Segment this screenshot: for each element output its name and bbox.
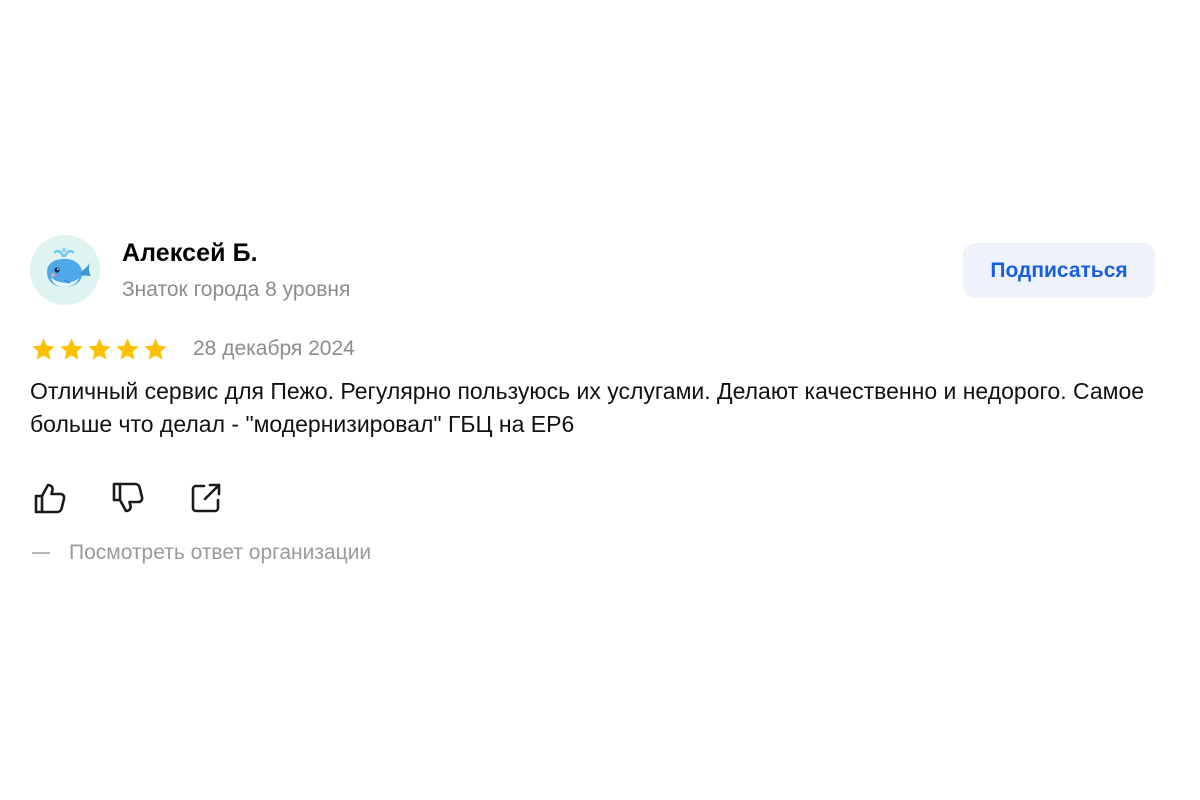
star-icon [60,337,83,360]
whale-icon [47,247,91,287]
star-icon [144,337,167,360]
review-text: Отличный сервис для Пежо. Регулярно поль… [30,378,1145,437]
view-response-link[interactable]: Посмотреть ответ организации [30,541,371,565]
rating-stars [30,336,169,363]
star-icon [116,337,139,360]
author-level: Знаток города 8 уровня [122,278,351,301]
author-name[interactable]: Алексей Б. [122,239,258,268]
share-button[interactable] [186,478,226,518]
thumbs-down-icon [112,482,144,513]
view-response-label: Посмотреть ответ организации [69,541,372,564]
dash-divider [32,552,50,554]
star-icon [32,337,55,360]
review-date: 28 декабря 2024 [193,337,355,360]
thumbs-up-icon [34,483,66,514]
dislike-button[interactable] [108,478,148,518]
subscribe-button[interactable]: Подписаться [963,243,1155,298]
review-actions [30,478,264,518]
share-icon [191,483,221,513]
star-icon [88,337,111,360]
review-header: Алексей Б. Знаток города 8 уровня Подпис… [30,235,1155,307]
review-meta: 28 декабря 2024 [30,335,355,363]
avatar[interactable] [30,235,100,305]
review-card: Алексей Б. Знаток города 8 уровня Подпис… [30,235,1155,564]
like-button[interactable] [30,478,70,518]
